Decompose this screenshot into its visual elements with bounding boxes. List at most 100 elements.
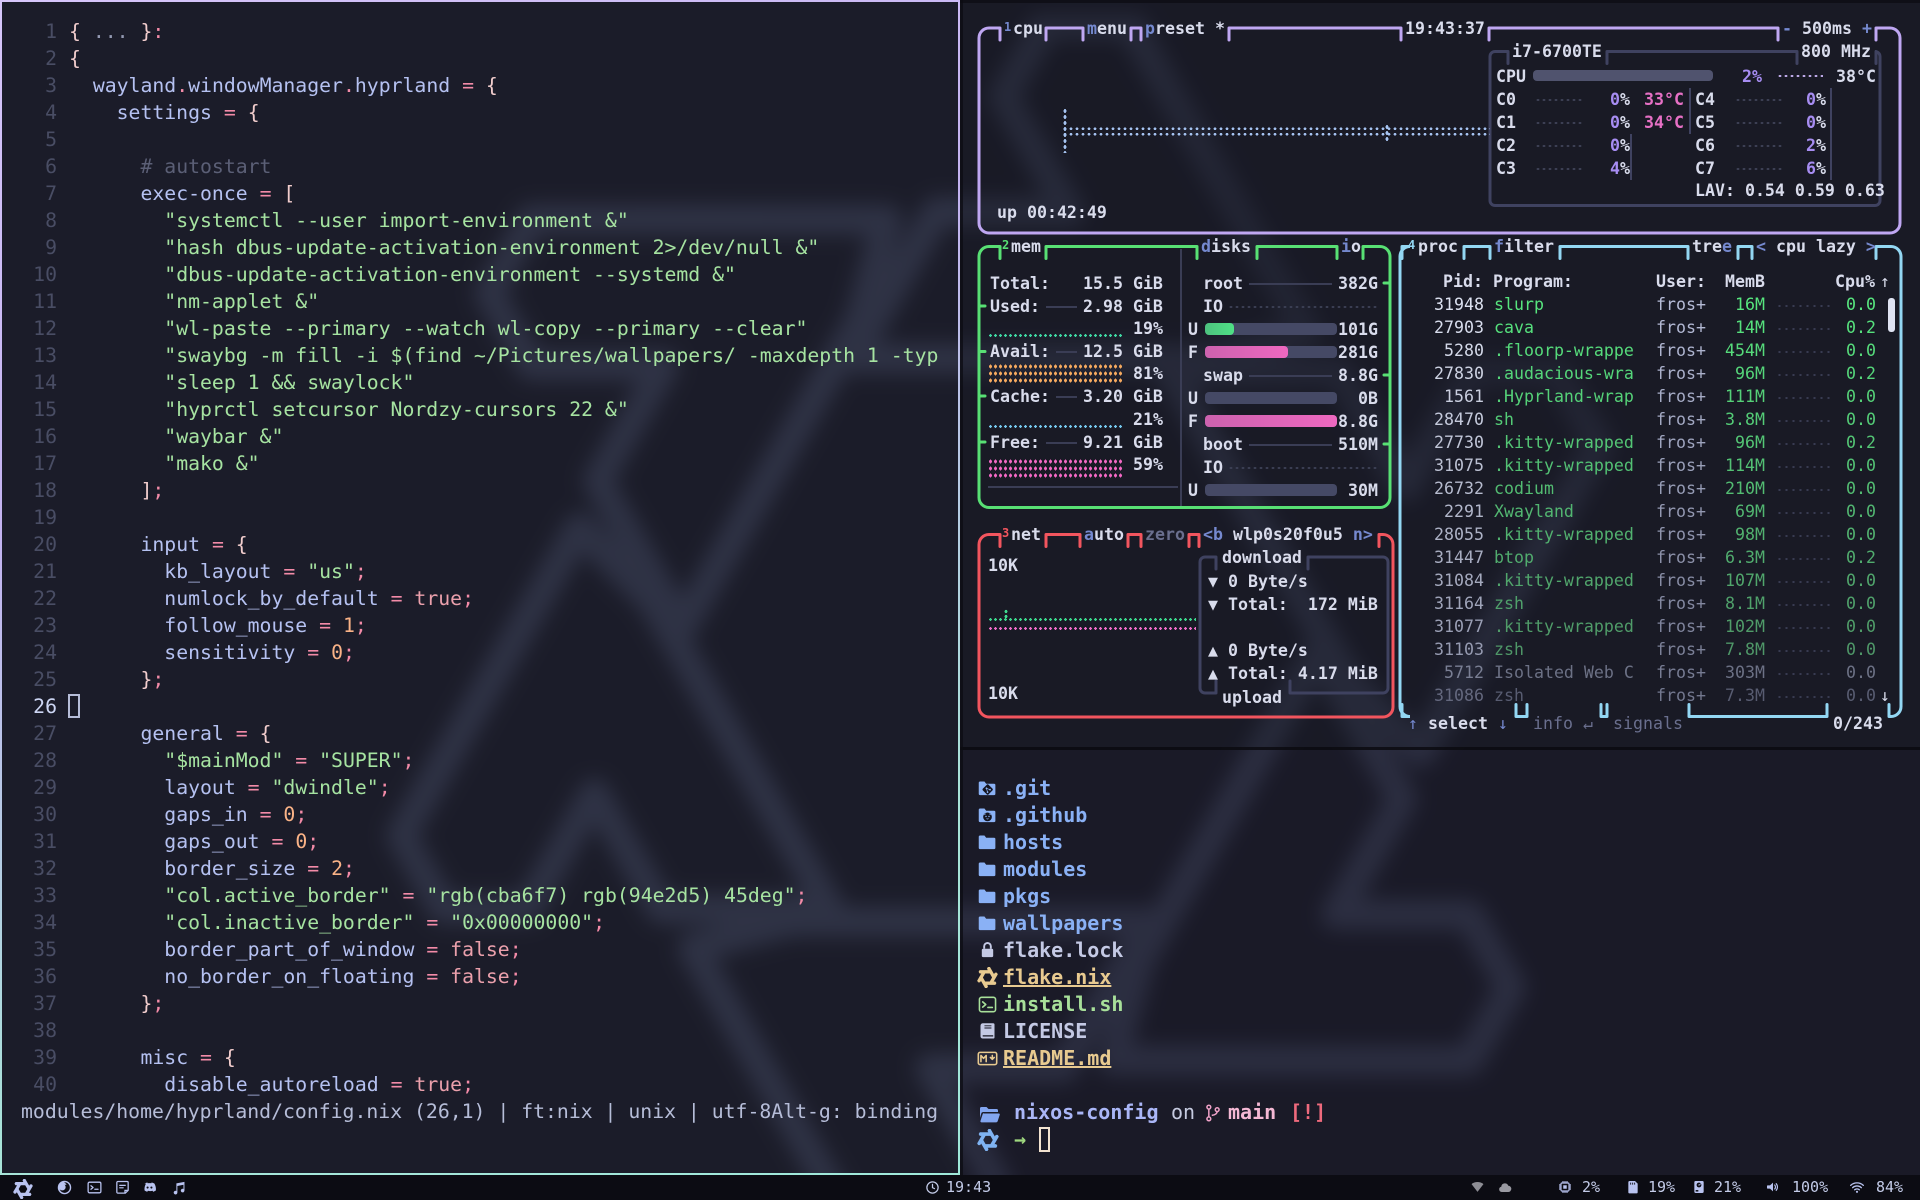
module-wifi-icon-part-part — [1851, 1183, 1864, 1185]
token-op: = — [391, 1073, 403, 1096]
token-fg — [307, 749, 319, 772]
disk-io-graph — [1228, 305, 1378, 309]
btop-preset[interactable]: preset * — [1145, 17, 1225, 40]
btop-preset-part[interactable]: p — [1145, 19, 1155, 38]
file-name[interactable]: .git — [1003, 775, 1051, 802]
net-iface: <b wlp0s20f0u5 n> — [1203, 523, 1373, 546]
editor-code: "col.inactive_border" = "0x00000000"; — [69, 909, 605, 936]
proc-scrollbar[interactable] — [1888, 298, 1895, 332]
proc-footer-select-part[interactable]: ↑ — [1408, 714, 1418, 733]
proc-row-dots — [1776, 557, 1832, 561]
launcher-notepad-icon-part-part[interactable] — [120, 1185, 126, 1187]
launcher-discord-icon-part-part[interactable] — [147, 1186, 149, 1188]
cpu-temp: 38°C — [1836, 65, 1876, 88]
launcher-notepad-icon[interactable] — [114, 1179, 131, 1196]
tray-network-icon[interactable] — [1470, 1180, 1485, 1195]
proc-filter[interactable]: filter — [1494, 235, 1554, 258]
token-id: gaps_out — [164, 830, 259, 853]
module-speaker-icon-part-part — [1767, 1183, 1773, 1192]
editor-line-number: 15 — [19, 396, 57, 423]
token-fg — [69, 1073, 164, 1096]
token-op: = — [200, 1046, 212, 1069]
proc-sort-part[interactable]: < — [1756, 237, 1766, 256]
launcher-nix-icon[interactable] — [13, 1179, 33, 1199]
launcher-firefox-icon[interactable] — [56, 1179, 73, 1196]
launcher-terminal-icon[interactable] — [86, 1179, 103, 1196]
token-op: ; — [152, 992, 164, 1015]
proc-footer-signals[interactable]: signals — [1613, 712, 1683, 735]
proc-sort[interactable]: < cpu lazy > — [1756, 235, 1876, 258]
editor-line: 21 kb_layout = "us"; — [2, 558, 958, 585]
proc-footer-select-part[interactable]: select — [1428, 714, 1488, 733]
disk-size: 382G — [1338, 272, 1378, 295]
launcher-discord-icon[interactable] — [141, 1179, 158, 1196]
btop-window[interactable]: 1cpumenupreset *19:43:37- 500ms +up 00:4… — [960, 0, 1920, 747]
btop-interval-part[interactable]: - — [1782, 19, 1792, 38]
launcher-discord-icon-part[interactable] — [141, 1179, 158, 1196]
prompt-nix-icon-part — [977, 1129, 999, 1151]
token-fg — [248, 722, 260, 745]
file-name[interactable]: README.md — [1003, 1045, 1111, 1072]
editor-terminal[interactable]: 1{ ... }:2{3 wayland.windowManager.hyprl… — [2, 2, 958, 1173]
file-name[interactable]: flake.lock — [1003, 937, 1123, 964]
file-name[interactable]: hosts — [1003, 829, 1063, 856]
editor-line: 7 exec-once = [ — [2, 180, 958, 207]
btop-interval-part[interactable]: + — [1862, 19, 1872, 38]
file-name[interactable]: install.sh — [1003, 991, 1123, 1018]
editor-line-number: 4 — [19, 99, 57, 126]
proc-footer-info[interactable]: info ↵ — [1533, 712, 1593, 735]
file-name[interactable]: LICENSE — [1003, 1018, 1087, 1045]
launcher-music-icon[interactable] — [171, 1179, 188, 1196]
proc-tree[interactable]: tree — [1692, 235, 1732, 258]
file-name[interactable]: pkgs — [1003, 883, 1051, 910]
proc-filter-part[interactable]: f — [1494, 237, 1504, 256]
mem-box-number: 2 — [1002, 234, 1009, 257]
btop-interval[interactable]: - 500ms + — [1782, 17, 1872, 40]
core-dots — [1535, 144, 1583, 148]
launcher-music-icon-part[interactable] — [171, 1179, 188, 1196]
files-terminal-window[interactable]: .git.githubhostsmodulespkgswallpapersfla… — [960, 747, 1920, 1175]
proc-footer-select-part[interactable]: ↓ — [1498, 714, 1508, 733]
tray-cloud-icon-part[interactable] — [1497, 1180, 1513, 1196]
file-name[interactable]: .github — [1003, 802, 1087, 829]
editor-line: 12 "wl-paste --primary --watch wl-copy -… — [2, 315, 958, 342]
core-label: C3 — [1496, 157, 1516, 180]
launcher-terminal-icon-part-part[interactable] — [88, 1182, 101, 1193]
tray-network-icon-part[interactable] — [1470, 1180, 1485, 1195]
launcher-discord-icon-part-part[interactable] — [144, 1183, 155, 1192]
proc-mem: 3.8M — [1725, 408, 1765, 431]
file-name[interactable]: modules — [1003, 856, 1087, 883]
file-name[interactable]: flake.nix — [1003, 964, 1111, 991]
proc-footer-select[interactable]: ↑ select ↓ — [1408, 712, 1508, 735]
net-zero[interactable]: zero — [1145, 523, 1185, 546]
token-fg — [379, 587, 391, 610]
launcher-music-icon-part-part[interactable] — [174, 1182, 185, 1195]
prompt-folder-icon-part-part — [980, 1113, 999, 1122]
tray-cloud-icon[interactable] — [1497, 1180, 1513, 1196]
btop-menu[interactable]: menu — [1087, 17, 1127, 40]
launcher-terminal-icon-part[interactable] — [86, 1179, 103, 1196]
net-auto[interactable]: auto — [1084, 523, 1124, 546]
launcher-discord-icon-part-part[interactable] — [150, 1186, 152, 1188]
launcher-terminal-icon-part-part[interactable] — [91, 1186, 93, 1190]
module-wifi-icon-part-part — [1856, 1191, 1858, 1193]
proc-sort-part[interactable]: > — [1866, 237, 1876, 256]
editor-line-number: 28 — [19, 747, 57, 774]
tray-network-icon-part-part[interactable] — [1472, 1182, 1484, 1192]
editor-window[interactable]: 1{ ... }:2{3 wayland.windowManager.hyprl… — [0, 0, 960, 1175]
tray-cloud-icon-part-part[interactable] — [1499, 1183, 1511, 1192]
disk-bar-bg — [1205, 484, 1337, 496]
token-str: "sleep 1 && swaylock" — [164, 371, 414, 394]
module-hdd-text: 21% — [1714, 1175, 1741, 1200]
token-fg — [69, 263, 164, 286]
btop-menu-part[interactable]: m — [1087, 19, 1097, 38]
token-fg — [283, 749, 295, 772]
file-name[interactable]: wallpapers — [1003, 910, 1123, 937]
launcher-firefox-icon-part[interactable] — [56, 1179, 73, 1196]
editor-line: 26 — [2, 693, 958, 720]
launcher-nix-icon-part[interactable] — [13, 1179, 33, 1199]
launcher-notepad-icon-part[interactable] — [114, 1179, 131, 1196]
proc-tree-part[interactable]: e — [1722, 237, 1732, 256]
file-icon-book — [977, 1021, 998, 1042]
net-auto-part[interactable]: a — [1084, 525, 1094, 544]
